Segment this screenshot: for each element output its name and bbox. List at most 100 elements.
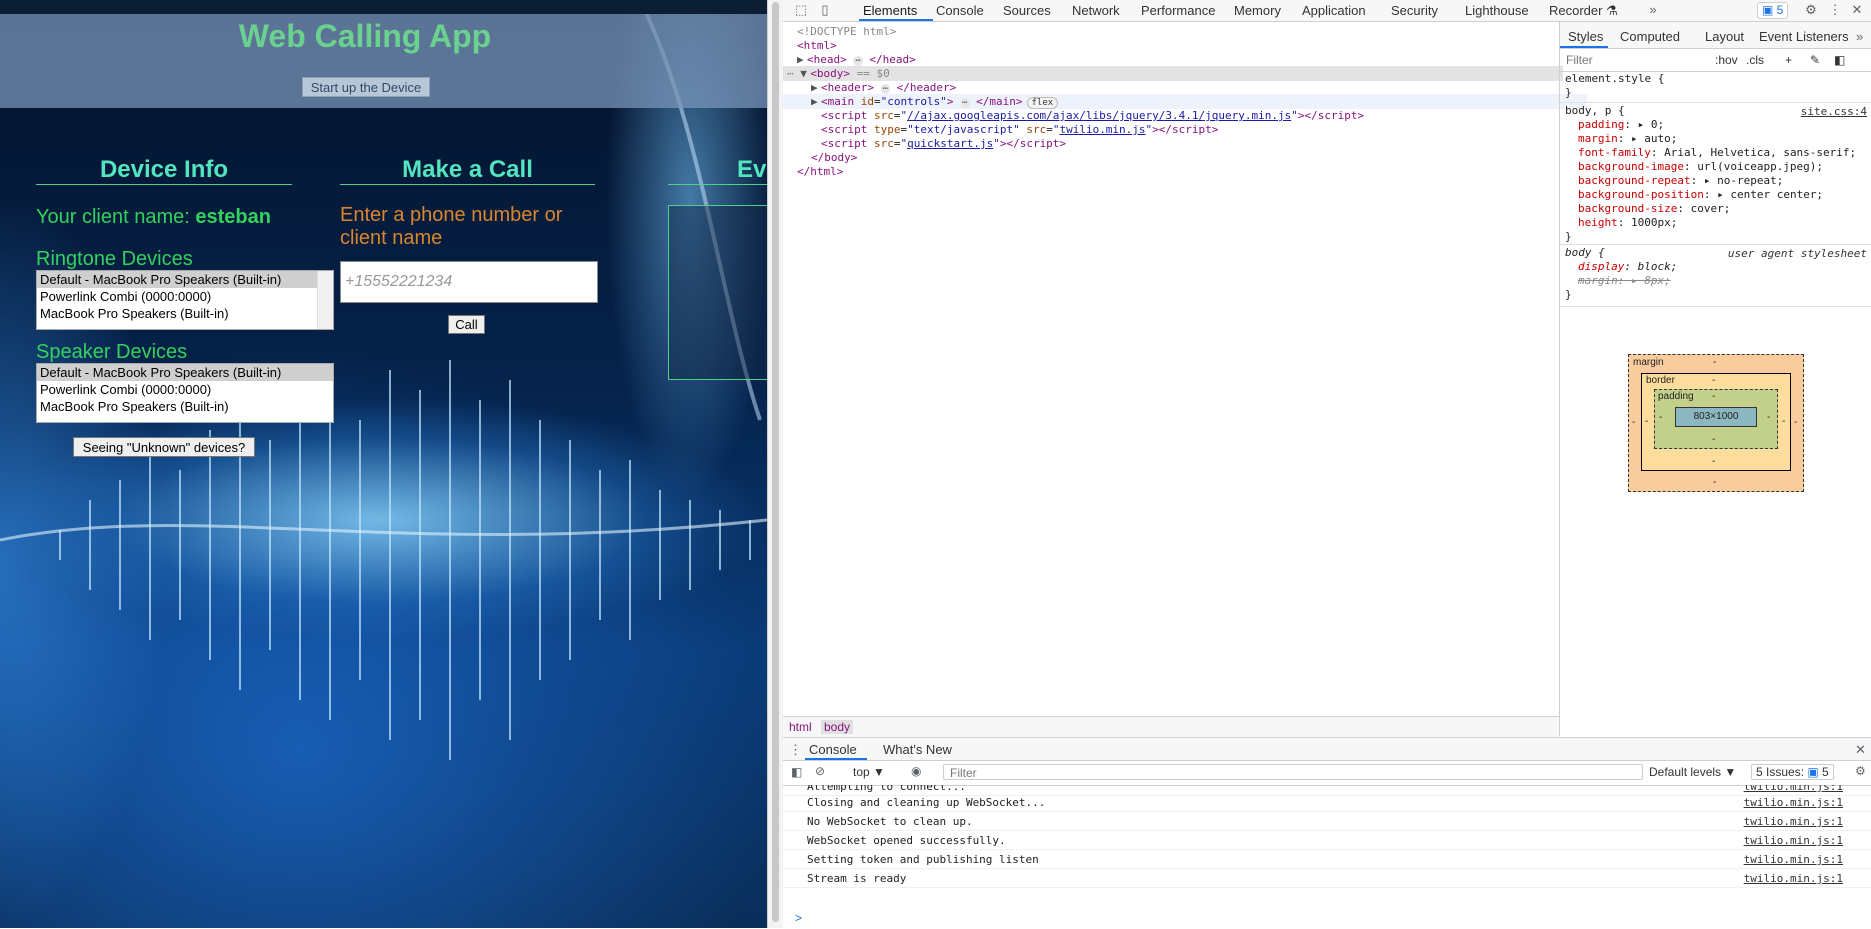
tab-console[interactable]: Console [936, 3, 984, 18]
new-rule-icon[interactable]: + [1785, 53, 1792, 67]
call-button[interactable]: Call [448, 315, 485, 334]
rule-source-link[interactable]: site.css:4 [1801, 105, 1867, 118]
css-declaration[interactable]: margin: ▸ auto; [1560, 132, 1871, 146]
more-options-icon[interactable]: ⋮ [1827, 2, 1843, 18]
close-drawer-icon[interactable]: ✕ [1855, 742, 1866, 758]
css-declaration[interactable]: background-image: url(voiceapp.jpeg); [1560, 160, 1871, 174]
more-tabs-icon[interactable]: » [1645, 2, 1661, 18]
unknown-devices-button[interactable]: Seeing "Unknown" devices? [73, 437, 255, 457]
tab-recorder[interactable]: Recorder ⚗ [1549, 3, 1618, 19]
tab-elements[interactable]: Elements [863, 3, 917, 18]
console-source-link[interactable]: twilio.min.js:1 [1744, 871, 1843, 887]
phone-number-input[interactable] [340, 261, 598, 303]
speaker-option[interactable]: Default - MacBook Pro Speakers (Built-in… [37, 364, 333, 381]
dom-script-twilio[interactable]: <script type="text/javascript" src="twil… [783, 122, 1218, 137]
ringtone-devices-select[interactable]: Default - MacBook Pro Speakers (Built-in… [36, 270, 334, 330]
speaker-option[interactable]: Powerlink Combi (0000:0000) [37, 381, 333, 398]
breadcrumb-html[interactable]: html [789, 720, 812, 734]
context-select[interactable]: top ▼ [853, 765, 885, 779]
console-source-link[interactable]: twilio.min.js:1 [1744, 852, 1843, 868]
tab-console-drawer[interactable]: Console [809, 742, 857, 757]
speaker-option[interactable]: MacBook Pro Speakers (Built-in) [37, 398, 333, 415]
expand-triangle-icon[interactable]: ▶ [797, 52, 807, 67]
console-source-link[interactable]: twilio.min.js:1 [1744, 814, 1843, 830]
speaker-devices-select[interactable]: Default - MacBook Pro Speakers (Built-in… [36, 363, 334, 423]
tab-performance[interactable]: Performance [1141, 3, 1215, 18]
expand-triangle-icon[interactable]: ▶ [811, 80, 821, 95]
html-close-tag: </html> [797, 165, 844, 178]
element-style-rule[interactable]: element.style { } [1560, 72, 1871, 103]
dom-body-selected[interactable]: ⋯ ▼ <body> == $0 [783, 66, 1563, 81]
dom-head[interactable]: ▶ <head> ⋯ </head> [783, 52, 916, 67]
dom-body-close[interactable]: </body> [783, 150, 857, 165]
collapsed-ellipsis-icon[interactable]: ⋯ [853, 56, 863, 66]
tab-event-listeners[interactable]: Event Listeners [1759, 29, 1849, 44]
log-levels-dropdown[interactable]: Default levels ▼ [1649, 765, 1736, 779]
tab-computed[interactable]: Computed [1620, 29, 1680, 44]
tab-whats-new[interactable]: What's New [883, 742, 952, 757]
viewport-scrollbar[interactable] [767, 0, 783, 928]
console-source-link[interactable]: twilio.min.js:1 [1744, 833, 1843, 849]
tab-lighthouse[interactable]: Lighthouse [1465, 3, 1529, 18]
collapsed-ellipsis-icon[interactable]: ⋯ [960, 98, 970, 108]
issues-badge[interactable]: ▣ 5 [1757, 2, 1789, 19]
dom-script-jquery[interactable]: <script src="//ajax.googleapis.com/ajax/… [783, 108, 1364, 123]
clear-console-icon[interactable]: ⊘ [815, 764, 825, 778]
console-source-link[interactable]: twilio.min.js:1 [1744, 795, 1843, 811]
tab-memory[interactable]: Memory [1234, 3, 1281, 18]
breadcrumb-body[interactable]: body [821, 720, 854, 734]
twilio-src-link[interactable]: twilio.min.js [1059, 123, 1145, 136]
device-toolbar-icon[interactable]: ▯ [817, 2, 833, 18]
css-declaration[interactable]: padding: ▸ 0; [1560, 118, 1871, 132]
paint-brush-icon[interactable]: ✎ [1810, 53, 1820, 67]
scrollbar-thumb[interactable] [772, 2, 779, 922]
settings-gear-icon[interactable]: ⚙ [1803, 2, 1819, 18]
console-messages: Attempting to connect... twilio.min.js:1 … [783, 785, 1871, 915]
expand-triangle-icon[interactable]: ▶ [811, 94, 821, 109]
styles-filter-input[interactable]: Filter [1566, 53, 1593, 67]
css-declaration[interactable]: font-family: Arial, Helvetica, sans-seri… [1560, 146, 1871, 160]
dom-doctype[interactable]: <!DOCTYPE html> [783, 24, 896, 39]
sidebar-toggle-icon[interactable]: ◧ [791, 765, 802, 779]
tab-network[interactable]: Network [1072, 3, 1120, 18]
tab-security[interactable]: Security [1391, 3, 1438, 18]
dom-script-quickstart[interactable]: <script src="quickstart.js"></script> [783, 136, 1066, 151]
dom-html-open[interactable]: <html> [783, 38, 837, 53]
quickstart-src-link[interactable]: quickstart.js [907, 137, 993, 150]
console-source-link[interactable]: twilio.min.js:1 [1744, 785, 1843, 795]
close-icon[interactable]: ✕ [1849, 2, 1865, 18]
dom-main[interactable]: ▶ <main id="controls"> ⋯ </main> flex [783, 94, 1587, 109]
dom-header[interactable]: ▶ <header> ⋯ </header> [783, 80, 956, 95]
ringtone-scrollbar[interactable] [317, 271, 333, 329]
ringtone-option[interactable]: Default - MacBook Pro Speakers (Built-in… [37, 271, 333, 288]
inspect-element-icon[interactable]: ⬚ [793, 2, 809, 18]
tab-application[interactable]: Application [1302, 3, 1366, 18]
body-p-rule[interactable]: site.css:4 body, p { padding: ▸ 0; margi… [1560, 104, 1871, 245]
console-settings-gear-icon[interactable]: ⚙ [1855, 764, 1866, 778]
ringtone-option[interactable]: MacBook Pro Speakers (Built-in) [37, 305, 333, 322]
tab-sources[interactable]: Sources [1003, 3, 1051, 18]
css-declaration[interactable]: background-position: ▸ center center; [1560, 188, 1871, 202]
dom-html-close[interactable]: </html> [783, 164, 843, 179]
css-declaration[interactable]: height: 1000px; [1560, 216, 1871, 230]
css-declaration[interactable]: background-repeat: ▸ no-repeat; [1560, 174, 1871, 188]
tab-layout[interactable]: Layout [1705, 29, 1744, 44]
jquery-src-link[interactable]: //ajax.googleapis.com/ajax/libs/jquery/3… [907, 109, 1291, 122]
live-expression-eye-icon[interactable]: ◉ [911, 764, 921, 778]
toggle-sidebar-icon[interactable]: ◧ [1834, 53, 1845, 67]
hover-state-toggle[interactable]: :hov [1715, 53, 1738, 67]
css-declaration[interactable]: background-size: cover; [1560, 202, 1871, 216]
body-ua-rule[interactable]: user agent stylesheet body { display: bl… [1560, 246, 1871, 307]
console-filter-input[interactable]: Filter [943, 764, 1643, 780]
console-issues-button[interactable]: 5 Issues: ▣ 5 [1751, 764, 1834, 780]
collapse-triangle-icon[interactable]: ▼ [800, 66, 810, 81]
more-tabs-icon[interactable]: » [1856, 29, 1863, 44]
ringtone-option[interactable]: Powerlink Combi (0000:0000) [37, 288, 333, 305]
tab-styles[interactable]: Styles [1568, 29, 1603, 44]
drawer-menu-icon[interactable]: ⋮ [789, 742, 802, 758]
start-device-button[interactable]: Start up the Device [302, 77, 430, 97]
collapsed-ellipsis-icon[interactable]: ⋯ [880, 84, 891, 94]
console-prompt[interactable]: > [795, 911, 802, 925]
class-toggle[interactable]: .cls [1746, 53, 1764, 67]
box-model-diagram: margin - - - - border - - - - padding - … [1628, 354, 1804, 492]
